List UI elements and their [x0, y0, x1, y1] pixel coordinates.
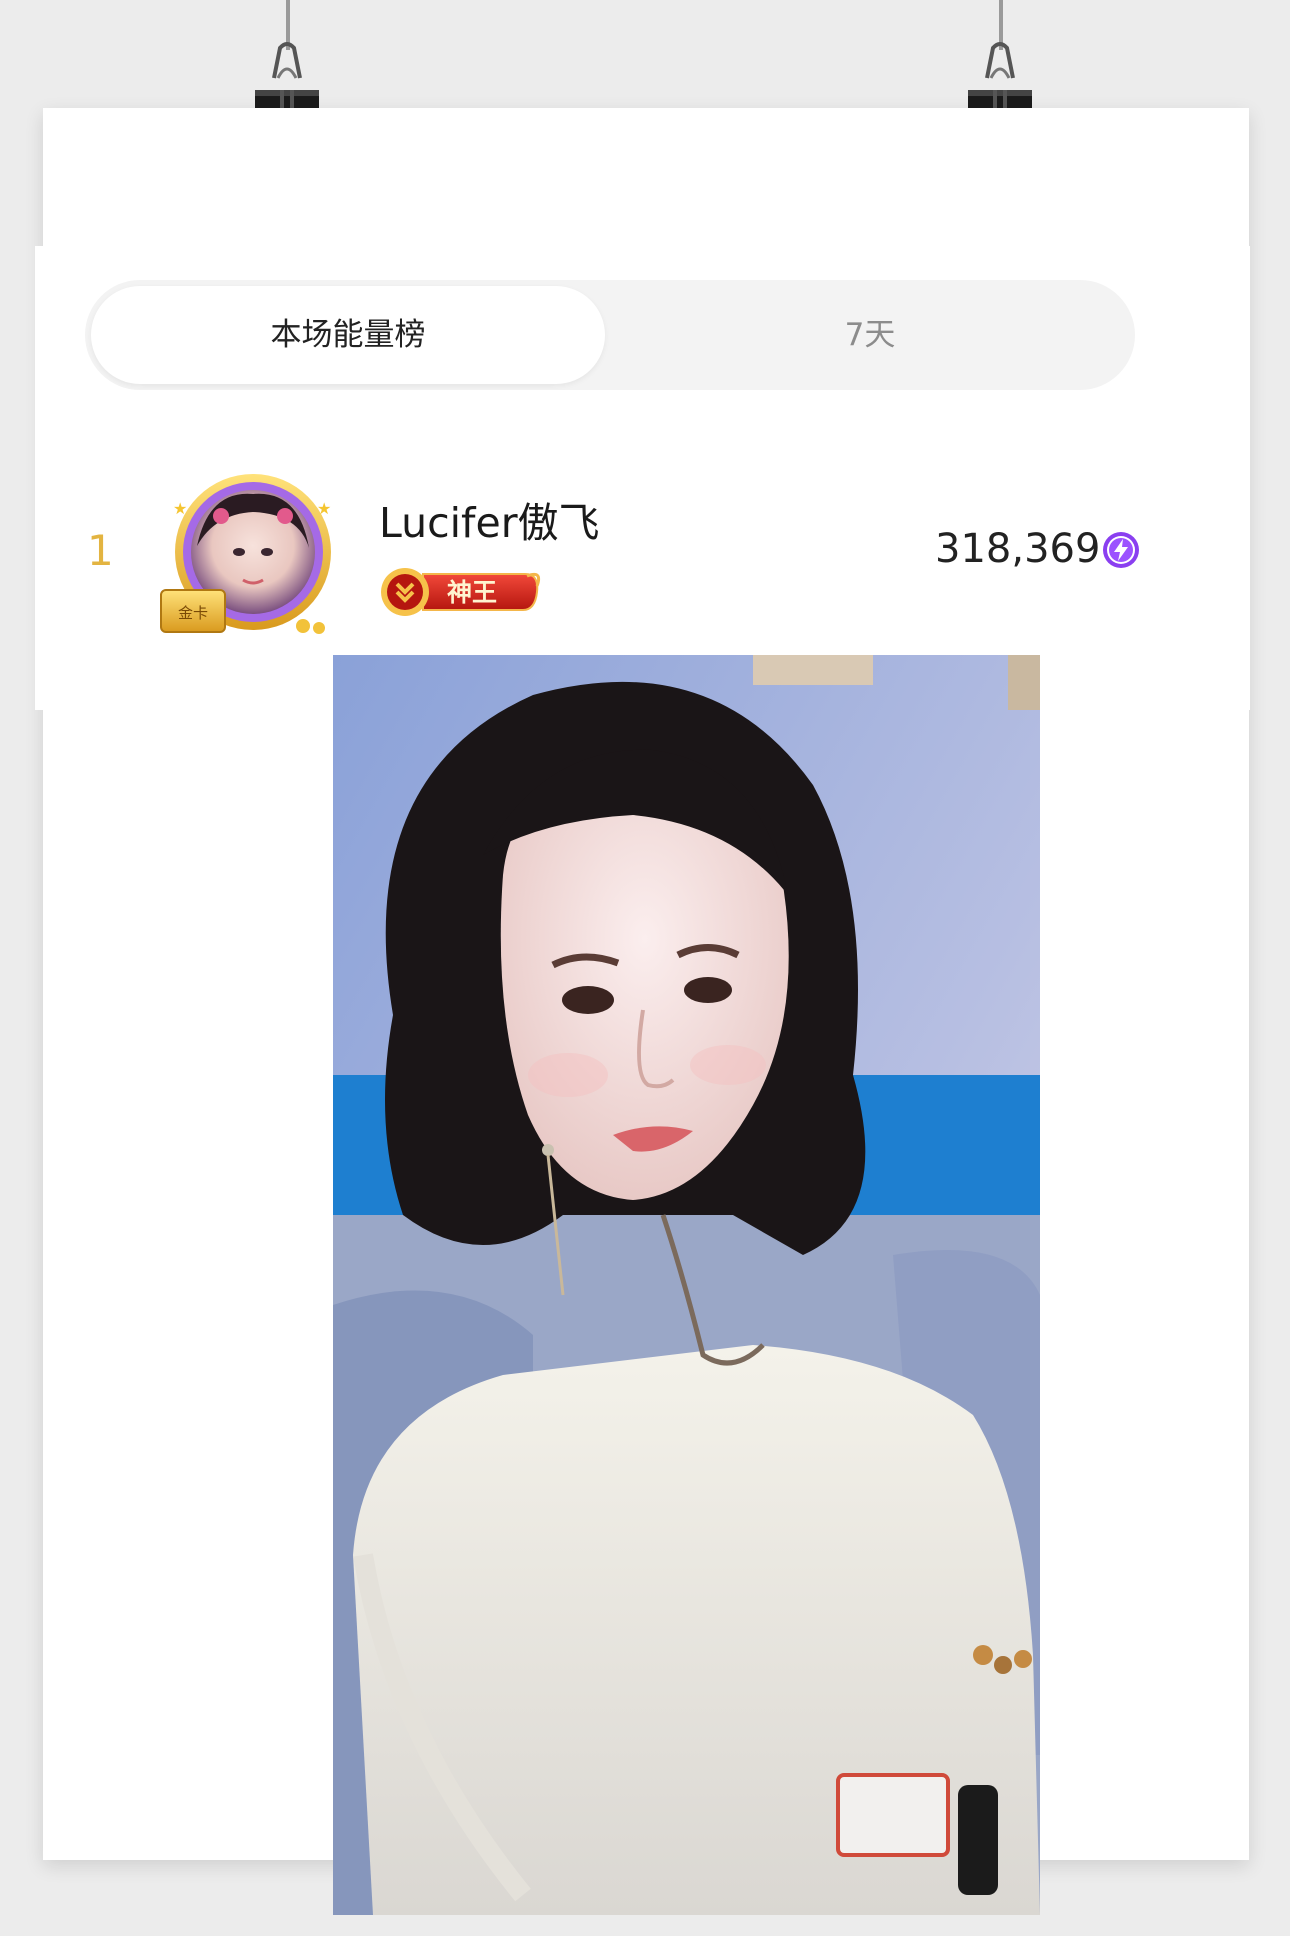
- tab-current-session[interactable]: 本场能量榜: [91, 286, 605, 384]
- username[interactable]: Lucifer傲飞: [379, 489, 600, 549]
- noble-badge-label: 神王: [447, 578, 498, 607]
- ranking-tab-bar: 本场能量榜 7天: [85, 280, 1135, 390]
- tab-7-days[interactable]: 7天: [610, 280, 1130, 390]
- svg-text:★: ★: [173, 499, 187, 518]
- rank-number: 1: [87, 526, 114, 575]
- energy-ranking-panel: 本场能量榜 7天 1 ★ ★ 金卡 Lucifer傲飞 神王 318,369: [35, 246, 1250, 710]
- energy-bolt-icon: [1101, 530, 1141, 570]
- noble-badge: 神王: [377, 564, 545, 620]
- energy-score: 318,369: [935, 526, 1101, 572]
- portrait-photo: [333, 655, 1040, 1915]
- avatar[interactable]: ★ ★ 金卡: [153, 468, 343, 643]
- avatar-card-label: 金卡: [178, 604, 208, 622]
- svg-text:★: ★: [317, 499, 331, 518]
